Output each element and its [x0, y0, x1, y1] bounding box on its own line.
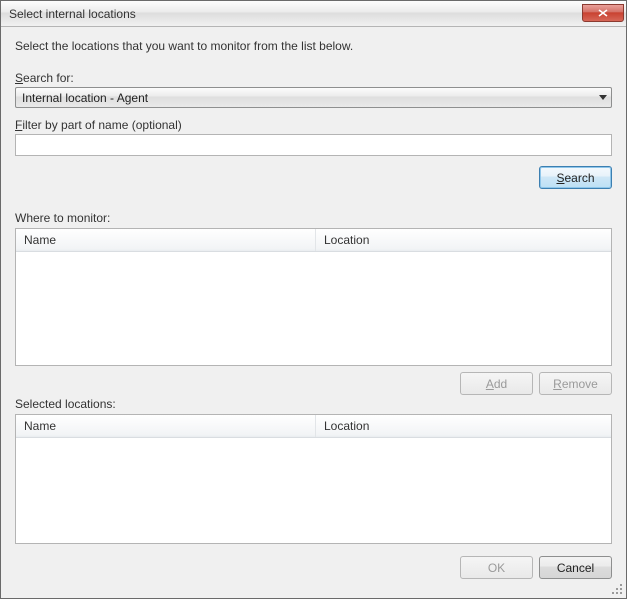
dialog-button-row: OK Cancel: [15, 556, 612, 579]
close-button[interactable]: [582, 4, 624, 22]
where-to-monitor-list[interactable]: Name Location: [15, 228, 612, 366]
column-header-location[interactable]: Location: [316, 415, 611, 437]
column-header-name[interactable]: Name: [16, 415, 316, 437]
list-header: Name Location: [16, 415, 611, 438]
where-to-monitor-label: Where to monitor:: [15, 211, 612, 225]
filter-label: Filter by part of name (optional): [15, 118, 612, 132]
close-icon: [598, 6, 608, 20]
dialog-title: Select internal locations: [9, 7, 582, 21]
ok-button: OK: [460, 556, 533, 579]
add-remove-row: Add Remove: [15, 372, 612, 395]
list-header: Name Location: [16, 229, 611, 252]
column-header-name[interactable]: Name: [16, 229, 316, 251]
column-header-location[interactable]: Location: [316, 229, 611, 251]
search-button[interactable]: Search: [539, 166, 612, 189]
chevron-down-icon: [599, 95, 607, 101]
list-body: [16, 252, 611, 365]
dialog-content: Select the locations that you want to mo…: [1, 27, 626, 598]
titlebar: Select internal locations: [1, 1, 626, 27]
filter-input[interactable]: [15, 134, 612, 156]
add-button: Add: [460, 372, 533, 395]
search-button-row: Search: [15, 166, 612, 189]
dropdown-selected-value: Internal location - Agent: [22, 91, 599, 105]
cancel-button[interactable]: Cancel: [539, 556, 612, 579]
remove-button: Remove: [539, 372, 612, 395]
search-for-dropdown[interactable]: Internal location - Agent: [15, 87, 612, 108]
list-body: [16, 438, 611, 543]
selected-locations-label: Selected locations:: [15, 397, 612, 411]
dialog-window: Select internal locations Select the loc…: [0, 0, 627, 599]
selected-locations-list[interactable]: Name Location: [15, 414, 612, 544]
resize-grip-icon[interactable]: [610, 582, 624, 596]
search-for-label: Search for:: [15, 71, 612, 85]
instructions-text: Select the locations that you want to mo…: [15, 39, 612, 53]
